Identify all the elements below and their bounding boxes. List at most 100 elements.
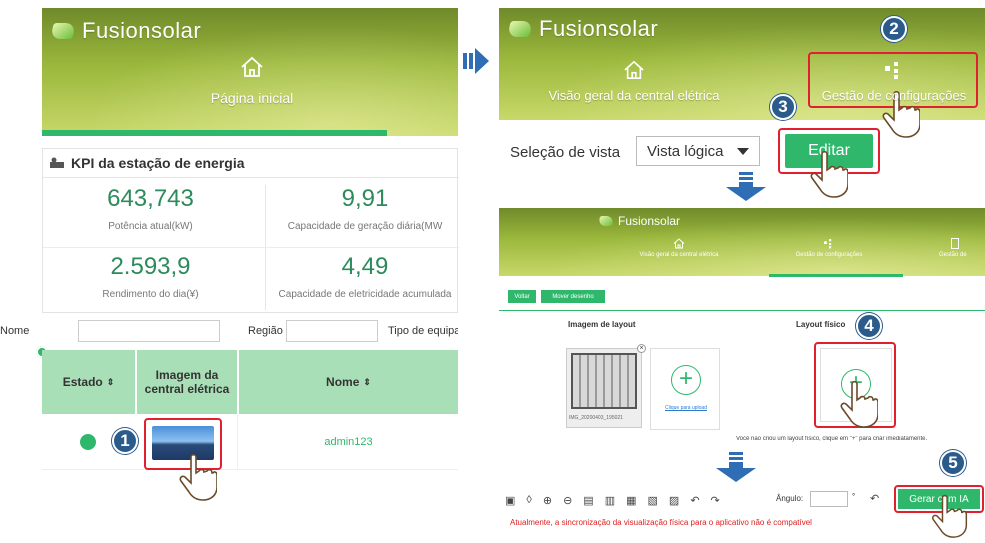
upload-area[interactable]: + Clique para upload <box>650 348 720 430</box>
nav-overview-label: Visão geral da central elétrica <box>548 88 720 103</box>
leaf-logo-icon <box>597 216 615 226</box>
app-logo: Fusionsolar <box>507 16 659 42</box>
nav-third-label: Gestão de <box>939 252 967 258</box>
pointer-hand-icon <box>932 494 968 538</box>
eraser-icon[interactable]: ◊ <box>526 494 531 506</box>
kpi-label: Rendimento do dia(¥) <box>102 289 199 300</box>
angle-input[interactable] <box>810 491 848 507</box>
app-title: Fusionsolar <box>539 16 659 41</box>
flow-arrow-right <box>463 48 489 74</box>
layout-image-title: Imagem de layout <box>568 320 636 329</box>
kpi-item-revenue: 2.593,9 Rendimento do dia(¥) <box>43 253 258 300</box>
nav-home-label: Página inicial <box>210 90 294 106</box>
align-center-icon[interactable]: ▥ <box>605 494 615 507</box>
nav-overview[interactable]: Visão geral da central elétrica <box>599 238 759 258</box>
nav-active-indicator <box>42 130 387 136</box>
nav-overview[interactable]: Visão geral da central elétrica <box>519 60 749 103</box>
plant-icon <box>50 157 64 168</box>
align-left-icon[interactable]: ▤ <box>583 494 593 507</box>
config-icon <box>885 62 898 79</box>
nav-config[interactable]: Gestão de configurações <box>769 238 889 258</box>
panel-editor-header: Fusionsolar Visão geral da central elétr… <box>499 208 985 276</box>
kpi-value: 9,91 <box>341 185 389 212</box>
nav-third[interactable]: Gestão de <box>939 238 985 258</box>
filter-bar: Nome Região Tipo de equipa <box>0 320 458 344</box>
editor-divider <box>499 310 985 311</box>
angle-label: Ângulo: <box>776 494 804 503</box>
close-icon[interactable]: × <box>637 344 646 353</box>
nav-overview-label: Visão geral da central elétrica <box>639 252 719 258</box>
view-select[interactable]: Vista lógica <box>636 136 760 166</box>
chevron-down-icon <box>737 148 749 155</box>
back-button[interactable]: Voltar <box>508 290 536 303</box>
sort-icon: ⇕ <box>363 376 371 387</box>
zoom-out-icon[interactable]: ⊖ <box>563 494 572 507</box>
flow-arrow-down <box>716 452 756 484</box>
flow-arrow-down <box>726 172 766 202</box>
leaf-logo-icon <box>50 23 76 39</box>
pointer-hand-icon <box>179 453 217 501</box>
step-badge-3: 3 <box>770 94 796 120</box>
pointer-hand-icon <box>840 380 878 428</box>
plant-table: Estado ⇕ Imagem da central elétrica Nome… <box>42 350 458 470</box>
table-row[interactable]: admin123 <box>42 414 458 470</box>
pointer-hand-icon <box>810 150 848 198</box>
app-logo: Fusionsolar <box>597 214 681 228</box>
layout-photo <box>571 353 637 409</box>
app-logo: Fusionsolar <box>50 18 201 44</box>
thumbnail-caption: IMG_20200403_195021 <box>569 415 623 421</box>
header-banner: Fusionsolar Página inicial <box>42 8 458 136</box>
col-header-name[interactable]: Nome ⇕ <box>239 350 458 414</box>
distribute-icon[interactable]: ▨ <box>669 494 679 507</box>
kpi-value: 4,49 <box>341 253 389 280</box>
home-icon <box>624 60 644 79</box>
kpi-item-cumulative: 4,49 Capacidade de eletricidade acumulad… <box>271 253 459 300</box>
kpi-divider-mid <box>43 247 459 248</box>
table-col-divider <box>237 414 238 470</box>
step-badge-4: 4 <box>856 313 882 339</box>
upload-link[interactable]: Clique para upload <box>655 405 717 411</box>
app-title: Fusionsolar <box>618 214 681 228</box>
filter-region-label: Região <box>248 325 283 337</box>
back-button-label: Voltar <box>514 293 530 300</box>
move-drawing-button[interactable]: Mover desenho <box>541 290 605 303</box>
document-icon <box>951 238 959 249</box>
home-icon <box>673 238 685 249</box>
kpi-divider-top <box>43 177 459 178</box>
filter-region-input[interactable] <box>286 320 378 342</box>
col-header-name-label: Nome <box>326 375 360 389</box>
col-header-state[interactable]: Estado ⇕ <box>42 350 135 414</box>
move-drawing-label: Mover desenho <box>552 293 594 300</box>
save-icon[interactable]: ▣ <box>505 494 515 507</box>
config-icon <box>824 239 832 249</box>
reset-rotation-icon[interactable]: ↶ <box>870 492 879 505</box>
zoom-in-icon[interactable]: ⊕ <box>543 494 552 507</box>
kpi-header: KPI da estação de energia <box>49 155 245 171</box>
plant-name[interactable]: admin123 <box>239 436 458 448</box>
sync-warning: Atualmente, a sincronização da visualiza… <box>510 518 812 527</box>
redo-icon[interactable]: ↷ <box>711 494 720 507</box>
nav-config-label: Gestão de configurações <box>795 252 863 258</box>
kpi-label: Capacidade de geração diária(MW <box>287 221 443 232</box>
nav-config-label: Gestão de configurações <box>821 88 967 103</box>
align-bottom-icon[interactable]: ▧ <box>648 494 658 507</box>
kpi-value: 643,743 <box>107 185 194 212</box>
status-dot <box>80 434 96 450</box>
col-header-image: Imagem da central elétrica <box>137 350 237 414</box>
undo-icon[interactable]: ↶ <box>690 494 699 507</box>
kpi-card: KPI da estação de energia 643,743 Potênc… <box>42 148 459 313</box>
nav-config[interactable]: Gestão de configurações <box>809 60 979 103</box>
nav-home[interactable]: Página inicial <box>152 56 352 116</box>
filter-type-label: Tipo de equipa <box>388 325 458 337</box>
layout-image-thumbnail[interactable]: IMG_20200403_195021 × <box>566 344 646 428</box>
nav-active-indicator <box>769 274 903 277</box>
filter-name-input[interactable] <box>78 320 220 342</box>
add-icon: + <box>671 365 701 395</box>
col-header-state-label: Estado <box>62 375 103 389</box>
align-top-icon[interactable]: ▦ <box>626 494 636 507</box>
step-badge-1: 1 <box>112 428 138 454</box>
kpi-item-daily-gen: 9,91 Capacidade de geração diária(MW <box>271 185 459 232</box>
kpi-title: KPI da estação de energia <box>71 155 245 171</box>
kpi-value: 2.593,9 <box>110 253 191 280</box>
physical-layout-title: Layout físico <box>796 320 846 329</box>
